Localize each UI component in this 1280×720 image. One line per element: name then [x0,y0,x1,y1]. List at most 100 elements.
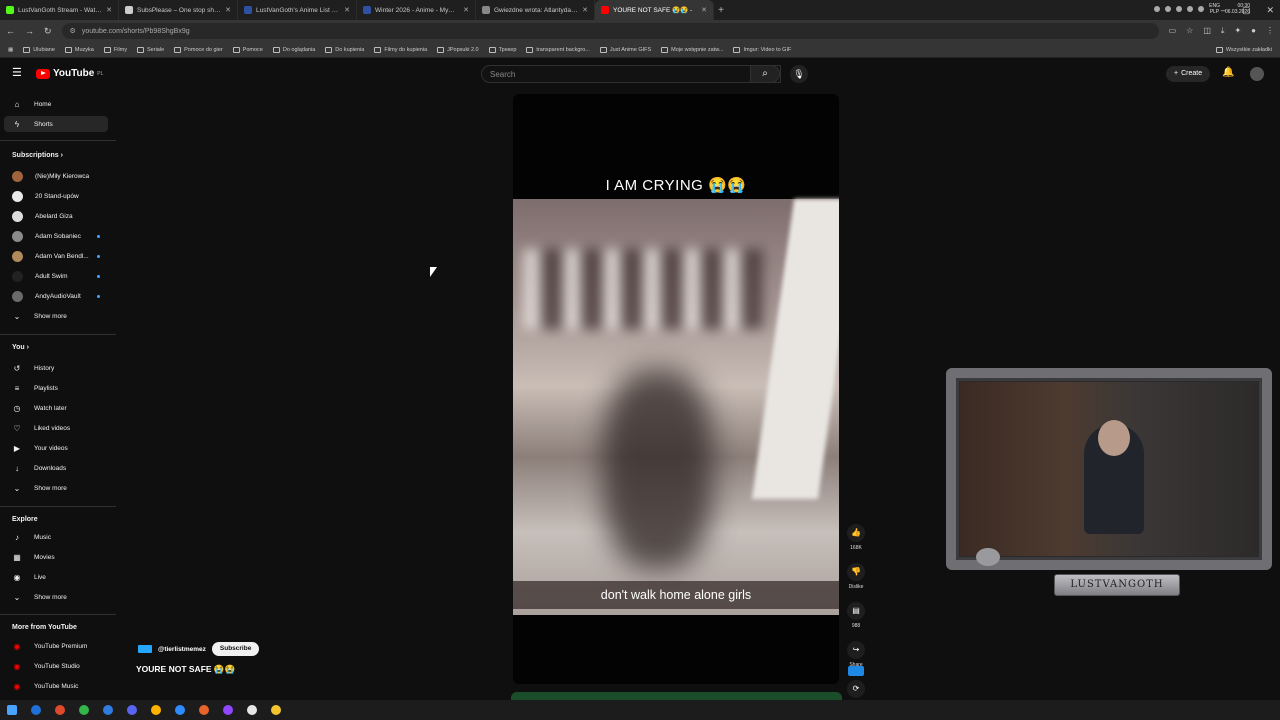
channel-name[interactable]: @tierlistmemez [158,646,206,653]
search-input[interactable]: Search [481,65,781,83]
bookmark-item[interactable]: JPopsuki 2.0 [437,46,479,53]
bookmark-item[interactable]: Трекер [488,46,516,53]
tab-close-icon[interactable]: ✕ [463,6,469,14]
like-button[interactable]: 👍 168K [846,524,866,551]
tray-icon[interactable] [1176,6,1183,12]
sidebar-item-youtube-studio[interactable]: ◉ YouTube Studio [4,658,108,674]
bookmark-item[interactable]: Filmy [103,46,127,53]
bookmark-item[interactable]: Do oglądania [272,46,315,53]
reload-icon[interactable]: ↻ [44,26,52,37]
taskbar-app-icon[interactable] [72,700,96,720]
bookmark-item[interactable]: Imgur: Video to GIF [733,46,791,53]
forward-icon[interactable]: → [25,26,34,36]
taskbar-app-icon[interactable] [192,700,216,720]
subscription-item[interactable]: Adam Van Bendl... [4,248,108,264]
subscription-item[interactable]: Adam Sobaniec [4,228,108,244]
search-button[interactable]: ⌕ [750,65,780,83]
next-short-preview[interactable] [511,692,842,700]
bookmark-item[interactable]: Seriale [137,46,164,53]
extensions-puzzle-icon[interactable]: ✦ [1234,26,1241,36]
subscription-item[interactable]: AndyAudioVault [4,288,108,304]
bookmark-item[interactable]: Moje wstępnie zatw... [661,46,723,53]
browser-tab[interactable]: LustVanGoth's Anime List - My ✕ [238,0,357,20]
sidebar-item-shorts[interactable]: ϟ Shorts [4,116,108,132]
bookmark-star-icon[interactable]: ☆ [1186,26,1193,36]
apps-icon[interactable]: ▦ [8,47,13,53]
extension-icon[interactable]: ◫ [1203,26,1211,36]
notifications-bell-icon[interactable]: 🔔 [1222,67,1234,78]
subscription-item[interactable]: 20 Stand-upów [4,188,108,204]
taskbar-app-icon[interactable] [240,700,264,720]
browser-tab[interactable]: SubsPlease – One stop shop fo ✕ [119,0,238,20]
url-field[interactable]: ⚙ youtube.com/shorts/Pb98ShgBx9g [61,23,1159,39]
browser-menu-icon[interactable]: ⋮ [1266,26,1274,36]
channel-avatar[interactable] [138,645,152,653]
account-avatar[interactable] [1250,67,1264,81]
show-more-you[interactable]: ⌄ Show more [4,480,108,496]
sidebar-item-liked-videos[interactable]: ♡ Liked videos [4,420,108,436]
sidebar-item-live[interactable]: ◉ Live [4,569,108,585]
volume-icon[interactable] [1198,6,1205,12]
tray-icon[interactable] [1165,6,1172,12]
taskbar-app-icon[interactable] [216,700,240,720]
sidebar-item-music[interactable]: ♪ Music [4,529,108,545]
subscription-item[interactable]: Adult Swim [4,268,108,284]
cast-icon[interactable]: ▭ [1169,26,1177,36]
bookmark-item[interactable]: Do kupienia [325,46,364,53]
language-indicator[interactable]: ENG PLP [1209,3,1220,15]
youtube-logo[interactable]: YouTube PL [36,68,103,79]
sidebar-item-history[interactable]: ↺ History [4,360,108,376]
sidebar-item-your-videos[interactable]: ▶ Your videos [4,440,108,456]
bookmark-item[interactable]: Ulubiane [23,46,55,53]
browser-tab[interactable]: Winter 2026 - Anime - MyAnim ✕ [357,0,476,20]
taskbar-app-icon[interactable] [48,700,72,720]
bookmark-item[interactable]: Just Anime GIFS [599,46,651,53]
voice-search-button[interactable]: 🎙 [790,65,808,83]
sound-thumbnail[interactable] [848,666,864,676]
show-more-explore[interactable]: ⌄ Show more [4,589,108,605]
subscriptions-heading[interactable]: Subscriptions › [12,152,63,159]
video-frame[interactable]: don't walk home alone girls [513,199,839,615]
close-window-icon[interactable]: ✕ [1266,5,1274,16]
you-heading[interactable]: You › [12,344,29,351]
sidebar-item-movies[interactable]: ▦ Movies [4,549,108,565]
share-button[interactable]: ↪ Share [846,641,866,668]
shorts-player[interactable]: I AM CRYING 😭😭 don't walk home alone gir… [513,94,839,684]
taskbar-app-icon[interactable] [96,700,120,720]
subscription-item[interactable]: (Nie)Miły Kierowca [4,168,108,184]
tab-close-icon[interactable]: ✕ [106,6,112,14]
new-tab-button[interactable]: + [714,5,728,16]
sidebar-item-downloads[interactable]: ↓ Downloads [4,460,108,476]
bookmark-item[interactable]: Muzyka [64,46,94,53]
tab-close-icon[interactable]: ✕ [225,6,231,14]
tab-close-icon[interactable]: ✕ [701,6,707,14]
sidebar-item-home[interactable]: ⌂ Home [4,96,108,112]
bookmark-item[interactable]: Pomoce do gier [174,46,223,53]
clock[interactable]: 00:30 06.03.2026 [1225,3,1250,15]
wifi-icon[interactable] [1187,6,1194,12]
sidebar-item-youtube-music[interactable]: ◉ YouTube Music [4,678,108,694]
bookmark-item[interactable]: Pomoce [232,46,263,53]
profile-icon[interactable]: ● [1251,26,1256,36]
taskbar-app-icon[interactable] [264,700,288,720]
back-icon[interactable]: ← [6,26,15,36]
explore-heading[interactable]: Explore [12,516,38,523]
bookmark-item[interactable]: transparent backgro... [526,46,590,53]
subscription-item[interactable]: Abelard Giza [4,208,108,224]
taskbar-app-icon[interactable] [24,700,48,720]
create-button[interactable]: + Create [1166,66,1211,82]
all-bookmarks[interactable]: Wszystkie zakładki [1215,46,1272,53]
downloads-icon[interactable]: ⤓ [1221,26,1225,36]
tray-icon[interactable] [1154,6,1161,12]
guide-menu-icon[interactable]: ☰ [12,68,24,79]
taskbar-app-icon[interactable] [168,700,192,720]
start-button[interactable] [0,700,24,720]
browser-tab[interactable]: YOURE NOT SAFE 😭😭 - ✕ [595,0,714,20]
sidebar-item-playlists[interactable]: ≡ Playlists [4,380,108,396]
subscribe-button[interactable]: Subscribe [211,642,260,656]
tab-close-icon[interactable]: ✕ [582,6,588,14]
taskbar-app-icon[interactable] [144,700,168,720]
sidebar-item-youtube-premium[interactable]: ◉ YouTube Premium [4,638,108,654]
bookmark-item[interactable]: Filmy do kupienia [374,46,427,53]
short-title[interactable]: YOURE NOT SAFE 😭😭 [136,664,235,675]
